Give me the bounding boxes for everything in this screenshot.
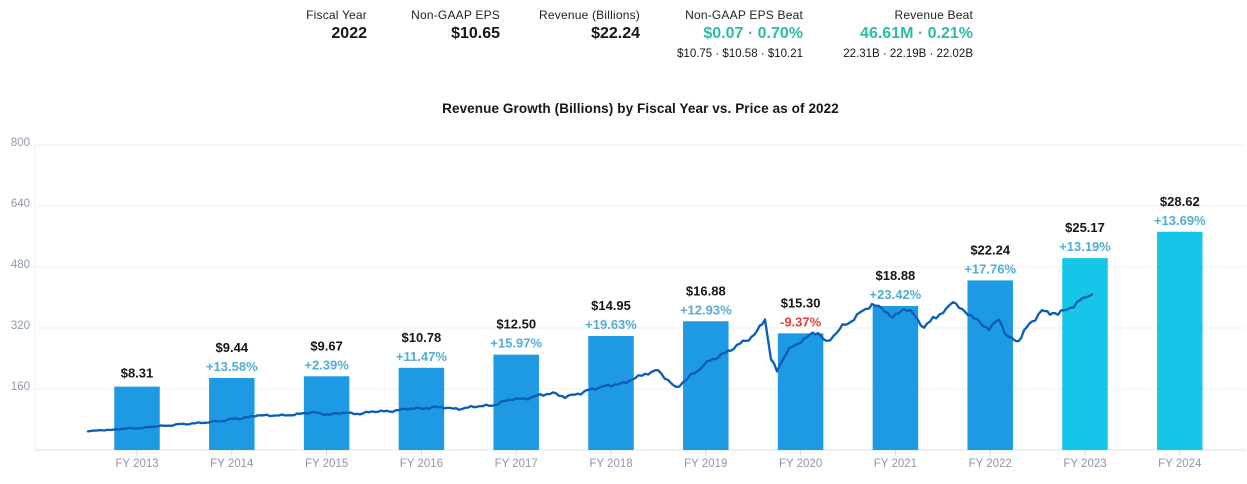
y-axis-label-800: 800 <box>11 137 30 149</box>
bar-pct-label: +13.58% <box>206 359 258 374</box>
bar-value-label: $16.88 <box>686 283 726 298</box>
stat-sub-values: 22.31B · 22.19B · 22.02B <box>843 48 973 60</box>
bar-fy-2019[interactable] <box>683 321 729 450</box>
y-axis-label-160: 160 <box>11 381 30 393</box>
bar-value-label: $14.95 <box>591 298 631 313</box>
bar-pct-label: +13.69% <box>1154 213 1206 228</box>
bar-fy-2018[interactable] <box>588 336 634 450</box>
x-axis-label-fy-2015: FY 2015 <box>305 458 348 470</box>
x-axis-label-fy-2018: FY 2018 <box>589 458 632 470</box>
bar-pct-label: +17.76% <box>964 261 1016 276</box>
bar-pct-label: +13.19% <box>1059 239 1111 254</box>
x-axis-label-fy-2016: FY 2016 <box>400 458 443 470</box>
x-axis-label-fy-2023: FY 2023 <box>1063 458 1106 470</box>
revenue-price-chart[interactable]: 160 320 480 640 800 FY 2013 FY 2014 FY 2015 FY 2… <box>0 130 1247 484</box>
bar-fy-2024[interactable] <box>1157 231 1203 450</box>
stat-value: $22.24 <box>591 25 640 42</box>
stat-label: Fiscal Year <box>306 8 367 22</box>
bar-value-label: $9.44 <box>216 340 249 355</box>
earnings-chart-panel: Fiscal Year 2022 Non-GAAP EPS $10.65 Revenue… <box>0 0 1247 484</box>
bar-value-label: $25.17 <box>1065 220 1105 235</box>
stat-label: Revenue (Billions) <box>539 8 640 22</box>
bar-value-label: $12.50 <box>496 317 536 332</box>
bar-fy-2023[interactable] <box>1062 258 1108 450</box>
chart-title: Revenue Growth (Billions) by Fiscal Year… <box>442 101 839 116</box>
x-axis-label-fy-2013: FY 2013 <box>115 458 158 470</box>
stat-revenue-billions-: Revenue (Billions) $22.24 <box>539 8 640 43</box>
bar-pct-label: +2.39% <box>304 357 349 372</box>
bar-pct-label: +15.97% <box>490 336 542 351</box>
y-axis-label-640: 640 <box>11 198 30 210</box>
x-axis-label-fy-2020: FY 2020 <box>779 458 822 470</box>
stat-label: Non-GAAP EPS <box>411 8 500 22</box>
bar-fy-2020[interactable] <box>777 333 824 450</box>
stat-sub-values: $10.75 · $10.58 · $10.21 <box>677 48 803 60</box>
bar-value-label: $22.24 <box>970 242 1011 257</box>
bar-pct-label: -9.37% <box>780 314 822 329</box>
bar-value-label: $18.88 <box>876 268 916 283</box>
bar-pct-label: +11.47% <box>396 349 447 364</box>
bar-pct-label: +19.63% <box>585 317 637 332</box>
bar-fy-2022[interactable] <box>967 280 1013 450</box>
bar-fy-2013[interactable] <box>114 386 160 450</box>
bar-pct-label: +12.93% <box>680 302 732 317</box>
bar-fy-2014[interactable] <box>209 378 255 450</box>
bar-fy-2021[interactable] <box>872 306 919 450</box>
stat-revenue-beat: Revenue Beat 46.61M · 0.21% 22.31B · 22.19… <box>843 8 973 60</box>
x-axis-label-fy-2024: FY 2024 <box>1158 458 1202 470</box>
stat-non-gaap-eps-beat: Non-GAAP EPS Beat $0.07 · 0.70% $10.75 · $… <box>677 8 803 60</box>
bar-value-label: $9.67 <box>310 338 343 353</box>
x-axis-label-fy-2017: FY 2017 <box>495 458 538 470</box>
bar-value-label: $15.30 <box>781 295 821 310</box>
stat-value: 2022 <box>331 25 367 42</box>
stat-label: Revenue Beat <box>894 8 973 22</box>
x-axis-label-fy-2021: FY 2021 <box>874 458 917 470</box>
y-axis-label-320: 320 <box>11 320 30 332</box>
bar-pct-label: +23.42% <box>870 287 922 302</box>
stat-label: Non-GAAP EPS Beat <box>685 8 803 22</box>
stat-value: 46.61M · 0.21% <box>860 25 973 42</box>
bar-value-label: $8.31 <box>121 366 154 381</box>
y-axis-label-480: 480 <box>11 259 30 271</box>
stat-non-gaap-eps: Non-GAAP EPS $10.65 <box>411 8 500 43</box>
x-axis-label-fy-2014: FY 2014 <box>210 458 254 470</box>
x-axis-label-fy-2022: FY 2022 <box>969 458 1012 470</box>
bar-value-label: $28.62 <box>1160 194 1200 209</box>
stat-value: $10.65 <box>451 25 500 42</box>
stat-fiscal-year: Fiscal Year 2022 <box>306 8 367 43</box>
bar-value-label: $10.78 <box>402 330 442 345</box>
stat-value: $0.07 · 0.70% <box>703 25 803 42</box>
x-axis-label-fy-2019: FY 2019 <box>684 458 727 470</box>
